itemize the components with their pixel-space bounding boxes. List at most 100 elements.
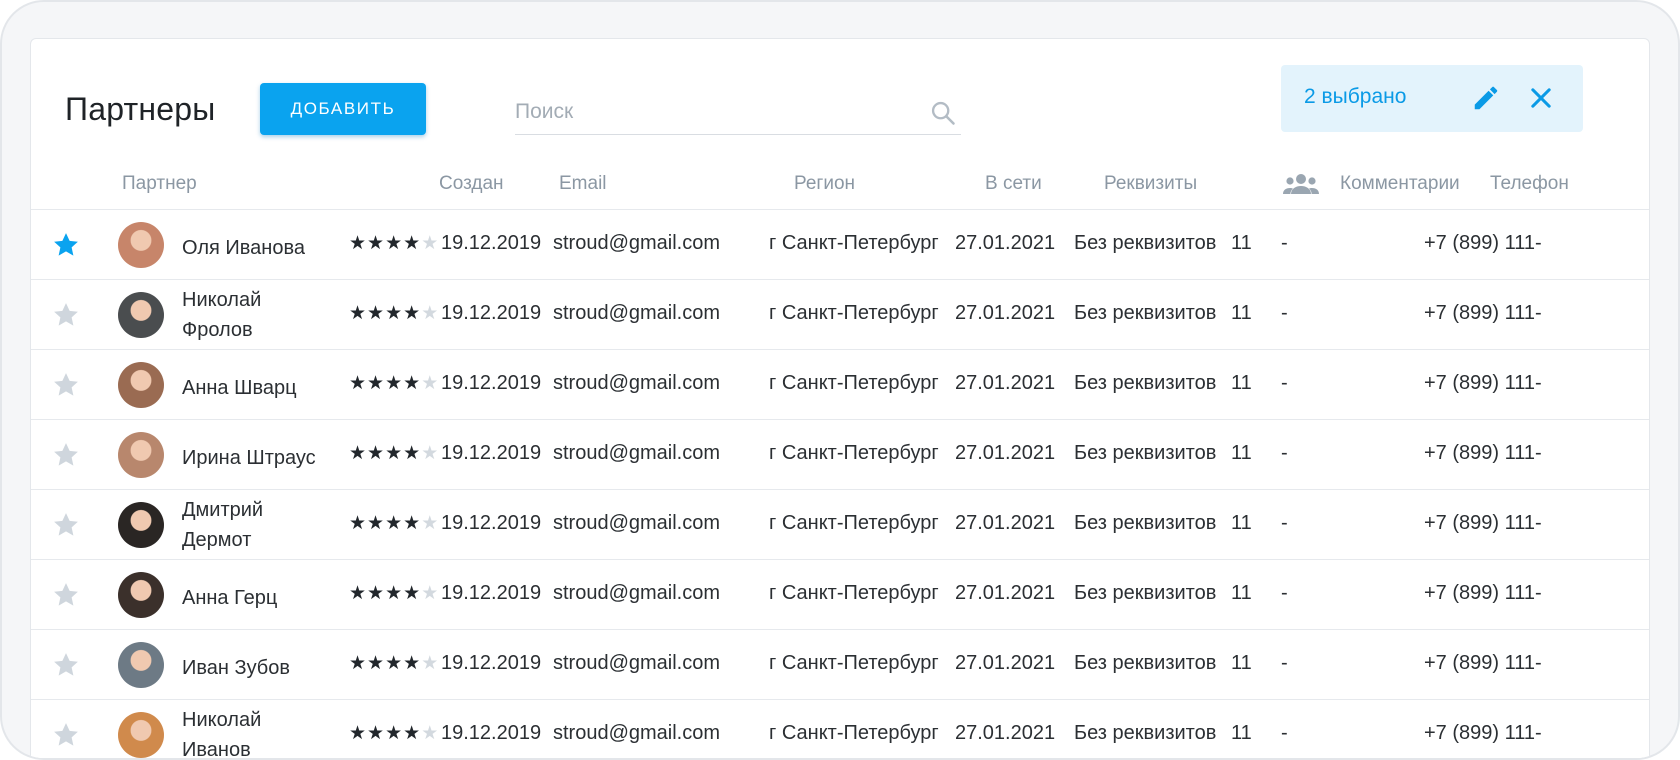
rating-star-icon: ★ [385, 233, 403, 254]
rating-star-icon: ★ [403, 653, 421, 674]
table-row[interactable]: Ирина Штраус ★★★★★ 19.12.2019 stroud@gmail.… [31, 419, 1649, 489]
avatar [118, 712, 164, 758]
avatar [118, 642, 164, 688]
rating-stars: ★★★★★ [349, 444, 439, 464]
created-date: 19.12.2019 [441, 232, 542, 254]
table-row[interactable]: Николай Фролов ★★★★★ 19.12.2019 stroud@gmai… [31, 279, 1649, 349]
rating-star-icon: ★ [349, 373, 367, 394]
created-date: 19.12.2019 [441, 302, 542, 324]
column-region[interactable]: Регион [794, 173, 855, 195]
email-cell: stroud@gmail.com [553, 652, 721, 674]
column-created[interactable]: Создан [439, 173, 504, 195]
online-date: 27.01.2021 [955, 302, 1056, 324]
close-icon[interactable] [1527, 84, 1555, 112]
column-phone[interactable]: Телефон [1490, 173, 1569, 195]
partner-name[interactable]: Ирина Штраус [182, 443, 316, 473]
region-cell: г Санкт-Петербург [769, 652, 939, 674]
column-comments[interactable]: Комментарии [1340, 173, 1460, 195]
add-partner-button[interactable]: ДОБАВИТЬ [260, 83, 426, 135]
rating-star-icon: ★ [421, 513, 439, 534]
rating-star-icon: ★ [403, 373, 421, 394]
count-cell: 11 [1231, 442, 1252, 464]
count-cell: 11 [1231, 372, 1252, 394]
partner-name[interactable]: Иван Зубов [182, 653, 290, 683]
email-cell: stroud@gmail.com [553, 722, 721, 744]
rating-star-icon: ★ [367, 443, 385, 464]
rating-star-icon: ★ [349, 723, 367, 744]
rating-star-icon: ★ [385, 373, 403, 394]
partner-name[interactable]: Дмитрий Дермот [182, 495, 292, 555]
users-group-icon [1283, 174, 1319, 194]
rating-star-icon: ★ [367, 723, 385, 744]
email-cell: stroud@gmail.com [553, 232, 721, 254]
table-row[interactable]: Анна Шварц ★★★★★ 19.12.2019 stroud@gmail.co… [31, 349, 1649, 419]
pencil-icon[interactable] [1471, 83, 1501, 113]
table-row[interactable]: Оля Иванова ★★★★★ 19.12.2019 stroud@gmail.c… [31, 209, 1649, 279]
comment-cell: - [1281, 512, 1288, 534]
online-date: 27.01.2021 [955, 582, 1056, 604]
rating-stars: ★★★★★ [349, 514, 439, 534]
partners-card: Партнеры ДОБАВИТЬ 2 выбрано Партнер Созд… [30, 38, 1650, 758]
rating-star-icon: ★ [367, 583, 385, 604]
star-icon[interactable] [51, 580, 81, 610]
partner-name[interactable]: Анна Герц [182, 583, 277, 613]
table-row[interactable]: Анна Герц ★★★★★ 19.12.2019 stroud@gmail.com… [31, 559, 1649, 629]
column-online[interactable]: В сети [985, 173, 1042, 195]
partner-name[interactable]: Николай Фролов [182, 285, 292, 345]
rating-stars: ★★★★★ [349, 584, 439, 604]
avatar [118, 432, 164, 478]
star-icon[interactable] [51, 440, 81, 470]
column-email[interactable]: Email [559, 173, 607, 195]
avatar [118, 292, 164, 338]
requisites-cell: Без реквизитов [1074, 442, 1217, 464]
partner-name[interactable]: Оля Иванова [182, 233, 305, 263]
online-date: 27.01.2021 [955, 372, 1056, 394]
phone-cell: +7 (899) 111- [1424, 372, 1542, 394]
requisites-cell: Без реквизитов [1074, 582, 1217, 604]
requisites-cell: Без реквизитов [1074, 232, 1217, 254]
avatar [118, 502, 164, 548]
star-icon[interactable] [51, 720, 81, 750]
column-requisites[interactable]: Реквизиты [1104, 173, 1197, 195]
star-icon[interactable] [51, 300, 81, 330]
rating-star-icon: ★ [367, 653, 385, 674]
phone-cell: +7 (899) 111- [1424, 582, 1542, 604]
page-title: Партнеры [65, 91, 216, 127]
requisites-cell: Без реквизитов [1074, 652, 1217, 674]
table-row[interactable]: Иван Зубов ★★★★★ 19.12.2019 stroud@gmail.co… [31, 629, 1649, 699]
online-date: 27.01.2021 [955, 512, 1056, 534]
star-icon[interactable] [51, 650, 81, 680]
online-date: 27.01.2021 [955, 232, 1056, 254]
selection-count: 2 выбрано [1304, 85, 1407, 108]
email-cell: stroud@gmail.com [553, 582, 721, 604]
count-cell: 11 [1231, 512, 1252, 534]
created-date: 19.12.2019 [441, 442, 542, 464]
requisites-cell: Без реквизитов [1074, 722, 1217, 744]
table-row[interactable]: Дмитрий Дермот ★★★★★ 19.12.2019 stroud@gmai… [31, 489, 1649, 559]
email-cell: stroud@gmail.com [553, 512, 721, 534]
count-cell: 11 [1231, 652, 1252, 674]
table-row[interactable]: Николай Иванов ★★★★★ 19.12.2019 stroud@gmai… [31, 699, 1649, 758]
star-icon[interactable] [51, 230, 81, 260]
star-icon[interactable] [51, 370, 81, 400]
online-date: 27.01.2021 [955, 442, 1056, 464]
comment-cell: - [1281, 232, 1288, 254]
column-partner[interactable]: Партнер [122, 173, 197, 195]
search-field [515, 91, 961, 135]
comment-cell: - [1281, 582, 1288, 604]
search-input[interactable] [515, 91, 915, 133]
star-icon[interactable] [51, 510, 81, 540]
region-cell: г Санкт-Петербург [769, 302, 939, 324]
created-date: 19.12.2019 [441, 512, 542, 534]
requisites-cell: Без реквизитов [1074, 512, 1217, 534]
count-cell: 11 [1231, 722, 1252, 744]
created-date: 19.12.2019 [441, 582, 542, 604]
created-date: 19.12.2019 [441, 652, 542, 674]
rating-star-icon: ★ [421, 443, 439, 464]
online-date: 27.01.2021 [955, 652, 1056, 674]
partner-name[interactable]: Николай Иванов [182, 705, 292, 758]
rating-star-icon: ★ [403, 583, 421, 604]
online-date: 27.01.2021 [955, 722, 1056, 744]
search-icon[interactable] [929, 99, 957, 127]
partner-name[interactable]: Анна Шварц [182, 373, 297, 403]
